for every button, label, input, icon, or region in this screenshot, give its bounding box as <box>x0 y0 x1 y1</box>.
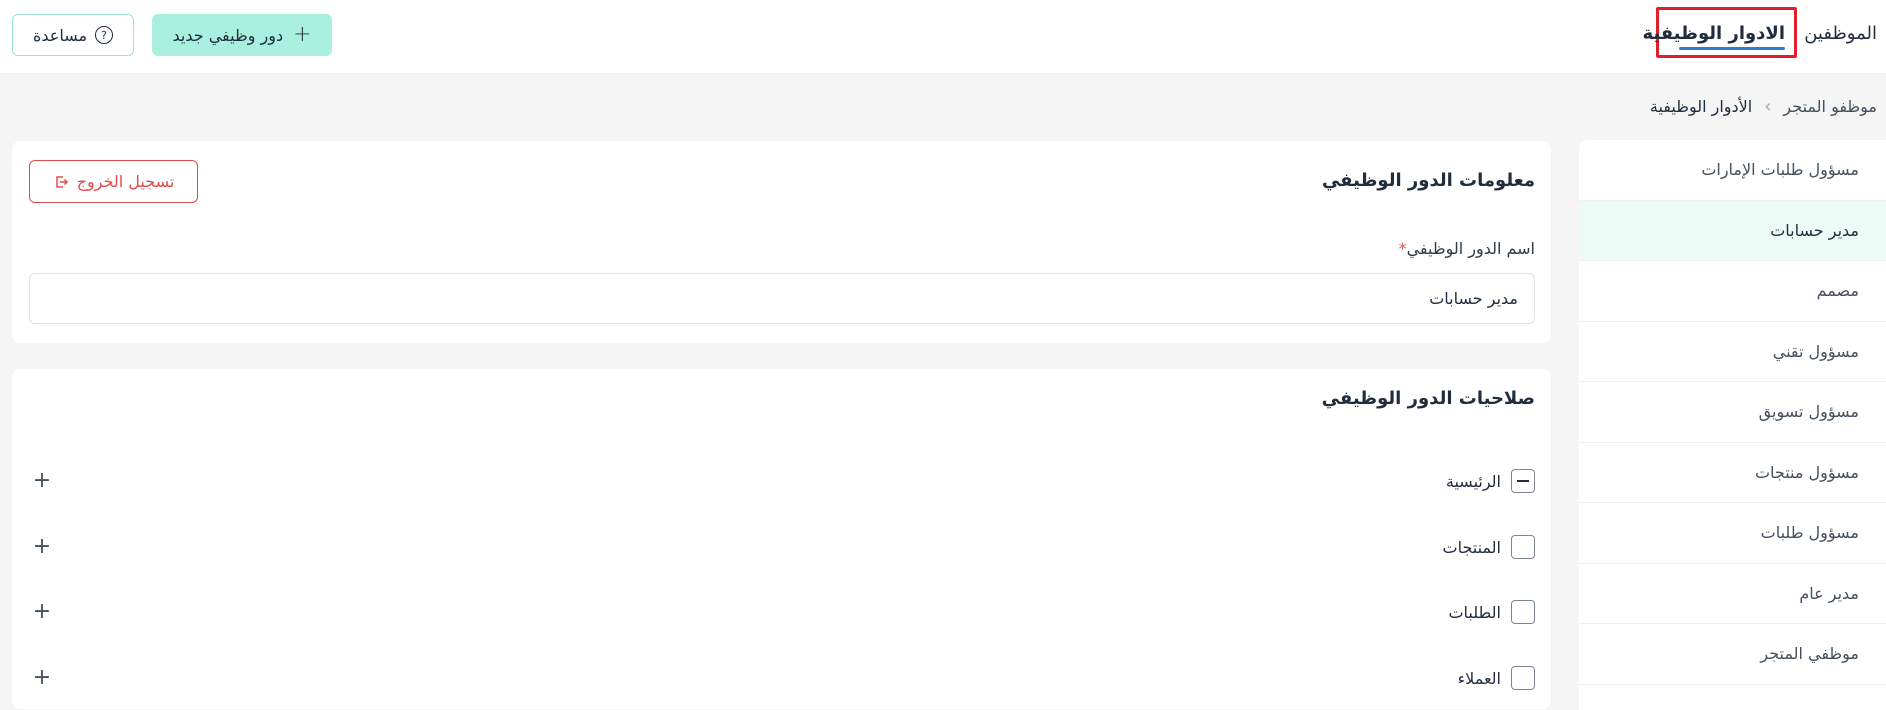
expand-plus-icon[interactable]: + <box>29 534 55 560</box>
sidebar-item-uae-orders[interactable]: مسؤول طلبات الإمارات <box>1579 140 1886 201</box>
expand-plus-icon[interactable]: + <box>29 599 55 625</box>
help-button[interactable]: ? مساعدة <box>12 14 134 56</box>
chevron-left-icon: › <box>1764 96 1772 117</box>
role-info-card: معلومات الدور الوظيفي تسجيل الخروج اسم ا… <box>12 141 1551 343</box>
sidebar-item-general-manager[interactable]: مدير عام <box>1579 564 1886 624</box>
sidebar-item-accounts-manager[interactable]: مدير حسابات <box>1579 200 1886 261</box>
indeterminate-icon <box>1517 480 1529 482</box>
permission-row: الرئيسية + <box>29 461 1535 501</box>
tab-employees[interactable]: الموظفين <box>1804 23 1877 44</box>
permission-checkbox[interactable] <box>1511 469 1535 493</box>
sidebar-item-designer[interactable]: مصمم <box>1579 261 1886 322</box>
sidebar-item-label: مسؤول منتجات <box>1754 462 1859 482</box>
logout-button[interactable]: تسجيل الخروج <box>29 160 198 203</box>
role-name-label: اسم الدور الوظيفي* <box>1395 239 1535 258</box>
sidebar-item-store-staff[interactable]: موظفي المتجر <box>1579 624 1886 685</box>
new-role-button[interactable]: + دور وظيفي جديد <box>152 14 332 56</box>
permissions-card: صلاحيات الدور الوظيفي الرئيسية + المنتجا… <box>12 369 1551 709</box>
permission-row: الطلبات + <box>29 592 1535 632</box>
sidebar-item-label: مسؤول تقني <box>1772 341 1859 361</box>
sidebar-item-label: مسؤول تسويق <box>1758 402 1859 422</box>
permission-check-group: الطلبات <box>1448 600 1535 624</box>
expand-plus-icon[interactable]: + <box>29 665 55 691</box>
sidebar-item-marketing[interactable]: مسؤول تسويق <box>1579 382 1886 443</box>
permission-check-group: الرئيسية <box>1446 469 1535 493</box>
help-label: مساعدة <box>32 25 88 45</box>
permission-label: المنتجات <box>1442 537 1502 557</box>
sidebar-item-label: مصمم <box>1816 281 1859 301</box>
sidebar-item-technical[interactable]: مسؤول تقني <box>1579 322 1886 382</box>
permissions-title: صلاحيات الدور الوظيفي <box>1321 388 1535 409</box>
sidebar-item-label: مدير حسابات <box>1770 220 1859 240</box>
permission-checkbox[interactable] <box>1511 535 1535 559</box>
permission-label: الطلبات <box>1448 602 1501 622</box>
required-mark: * <box>1398 239 1407 258</box>
question-icon: ? <box>95 26 114 44</box>
tab-roles[interactable]: الادوار الوظيفية <box>1642 23 1785 44</box>
sidebar-item-products[interactable]: مسؤول منتجات <box>1579 443 1886 503</box>
tab-active-underline <box>1679 47 1785 50</box>
permission-label: العملاء <box>1457 668 1501 688</box>
permission-row: المنتجات + <box>29 527 1535 567</box>
sidebar-item-label: مسؤول طلبات الإمارات <box>1701 160 1859 180</box>
new-role-label: دور وظيفي جديد <box>172 25 284 45</box>
sidebar-item-label: مدير عام <box>1799 583 1859 603</box>
role-info-title: معلومات الدور الوظيفي <box>1321 170 1535 191</box>
sidebar-item-orders[interactable]: مسؤول طلبات <box>1579 503 1886 564</box>
breadcrumb-parent[interactable]: موظفو المتجر <box>1783 97 1877 116</box>
plus-icon: + <box>293 22 312 47</box>
permission-checkbox[interactable] <box>1511 666 1535 690</box>
breadcrumb-current: الأدوار الوظيفية <box>1649 97 1753 116</box>
role-name-input[interactable] <box>29 273 1535 324</box>
role-name-label-text: اسم الدور الوظيفي <box>1406 239 1535 258</box>
logout-label: تسجيل الخروج <box>76 172 175 191</box>
sidebar-item-label: موظفي المتجر <box>1760 644 1859 664</box>
breadcrumb: موظفو المتجر › الأدوار الوظيفية <box>1650 96 1877 117</box>
roles-sidebar: مسؤول طلبات الإمارات مدير حسابات مصمم مس… <box>1579 140 1886 710</box>
top-bar: الموظفين الادوار الوظيفية + دور وظيفي جد… <box>0 0 1886 74</box>
permission-row: العملاء + <box>29 658 1535 698</box>
permission-checkbox[interactable] <box>1511 600 1535 624</box>
sidebar-item-label: مسؤول طلبات <box>1760 523 1859 543</box>
permission-check-group: العملاء <box>1458 666 1535 690</box>
logout-icon <box>55 175 68 188</box>
expand-plus-icon[interactable]: + <box>29 468 55 494</box>
permission-label: الرئيسية <box>1445 471 1501 491</box>
permission-check-group: المنتجات <box>1442 535 1535 559</box>
